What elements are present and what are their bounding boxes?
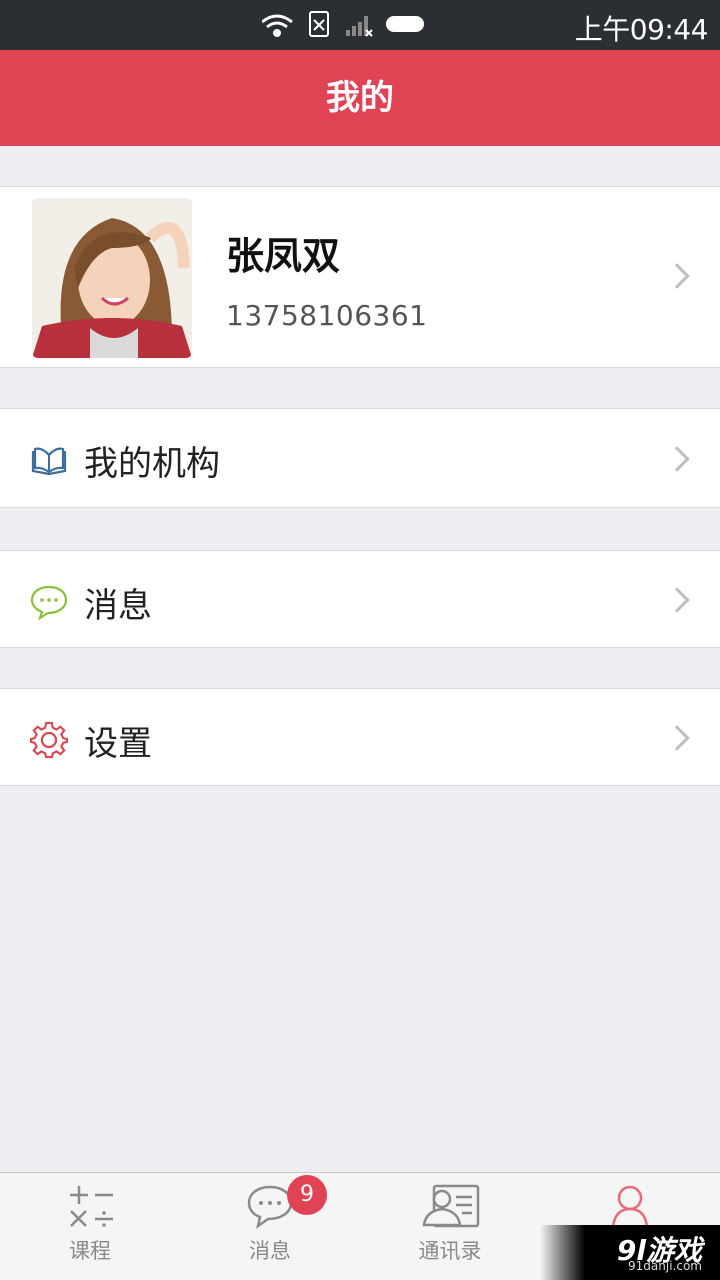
gear-icon: [30, 721, 68, 759]
watermark: 9l游戏 91danji.com: [540, 1225, 720, 1280]
status-bar: 上午09:44: [0, 0, 720, 50]
signal-icon: [346, 16, 373, 37]
status-time: 上午09:44: [574, 13, 709, 46]
chat-icon: [30, 585, 68, 621]
tab-label: 课程: [69, 1239, 111, 1263]
battery-icon: [386, 16, 424, 32]
math-operators-icon: [70, 1186, 113, 1227]
chevron-right-icon: [664, 446, 690, 472]
unread-badge: 9: [287, 1175, 327, 1215]
book-icon: [31, 447, 67, 476]
watermark-url: 91danji.com: [628, 1259, 702, 1273]
tab-courses[interactable]: 课程: [0, 1173, 180, 1280]
menu-label: 消息: [84, 586, 152, 626]
chevron-right-icon: [664, 263, 690, 289]
menu-item-institution[interactable]: 我的机构: [0, 408, 720, 508]
contacts-icon: [422, 1184, 480, 1228]
tab-messages[interactable]: 9 消息: [180, 1173, 360, 1280]
page-title: 我的: [326, 78, 394, 118]
wifi-icon: [262, 14, 293, 37]
tab-label: 消息: [249, 1239, 291, 1263]
avatar: [32, 198, 192, 358]
chevron-right-icon: [664, 587, 690, 613]
profile-phone: 13758106361: [226, 299, 428, 332]
tab-contacts[interactable]: 通讯录: [360, 1173, 540, 1280]
app-bar: 我的: [0, 50, 720, 146]
menu-label: 设置: [84, 724, 152, 764]
sim-missing-icon: [309, 11, 329, 37]
profile-name: 张凤双: [226, 234, 341, 278]
person-icon: [611, 1185, 649, 1228]
menu-label: 我的机构: [84, 444, 220, 484]
chevron-right-icon: [664, 725, 690, 751]
menu-item-messages[interactable]: 消息: [0, 550, 720, 648]
tab-label: 通讯录: [418, 1239, 482, 1263]
profile-card[interactable]: 张凤双 13758106361: [0, 186, 720, 368]
menu-item-settings[interactable]: 设置: [0, 688, 720, 786]
status-icons: [262, 11, 424, 37]
